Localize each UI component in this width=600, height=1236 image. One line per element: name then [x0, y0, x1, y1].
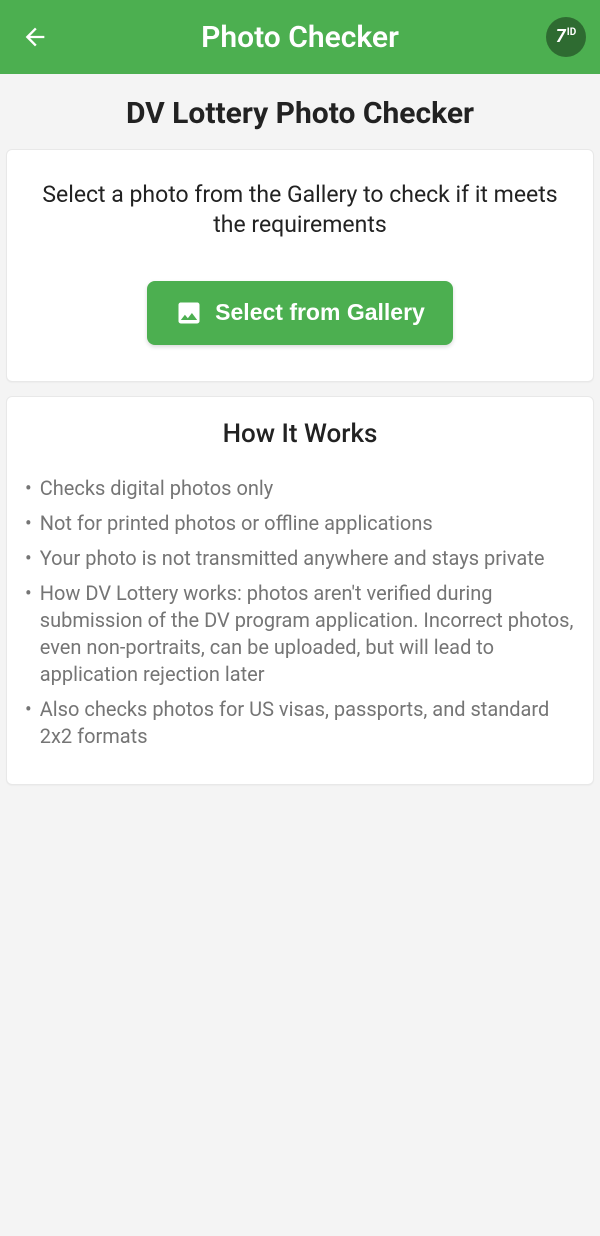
- list-item: Not for printed photos or offline applic…: [25, 510, 575, 537]
- header-title: Photo Checker: [201, 20, 399, 55]
- list-item: Also checks photos for US visas, passpor…: [25, 696, 575, 750]
- list-item: Checks digital photos only: [25, 475, 575, 502]
- how-it-works-list: Checks digital photos only Not for print…: [25, 475, 575, 750]
- page-title: DV Lottery Photo Checker: [0, 96, 600, 131]
- select-prompt-text: Select a photo from the Gallery to check…: [31, 180, 569, 241]
- how-it-works-card: How It Works Checks digital photos only …: [6, 396, 594, 785]
- image-icon: [175, 299, 203, 327]
- list-item: How DV Lottery works: photos aren't veri…: [25, 580, 575, 688]
- how-it-works-title: How It Works: [25, 419, 575, 449]
- back-arrow-icon: [21, 23, 49, 51]
- list-item: Your photo is not transmitted anywhere a…: [25, 545, 575, 572]
- back-button[interactable]: [20, 22, 50, 52]
- select-photo-card: Select a photo from the Gallery to check…: [6, 149, 594, 382]
- logo-text: 7ID: [556, 28, 576, 46]
- select-from-gallery-button[interactable]: Select from Gallery: [147, 281, 453, 345]
- app-header: Photo Checker 7ID: [0, 0, 600, 74]
- gallery-button-label: Select from Gallery: [215, 299, 425, 326]
- app-logo-badge[interactable]: 7ID: [546, 17, 586, 57]
